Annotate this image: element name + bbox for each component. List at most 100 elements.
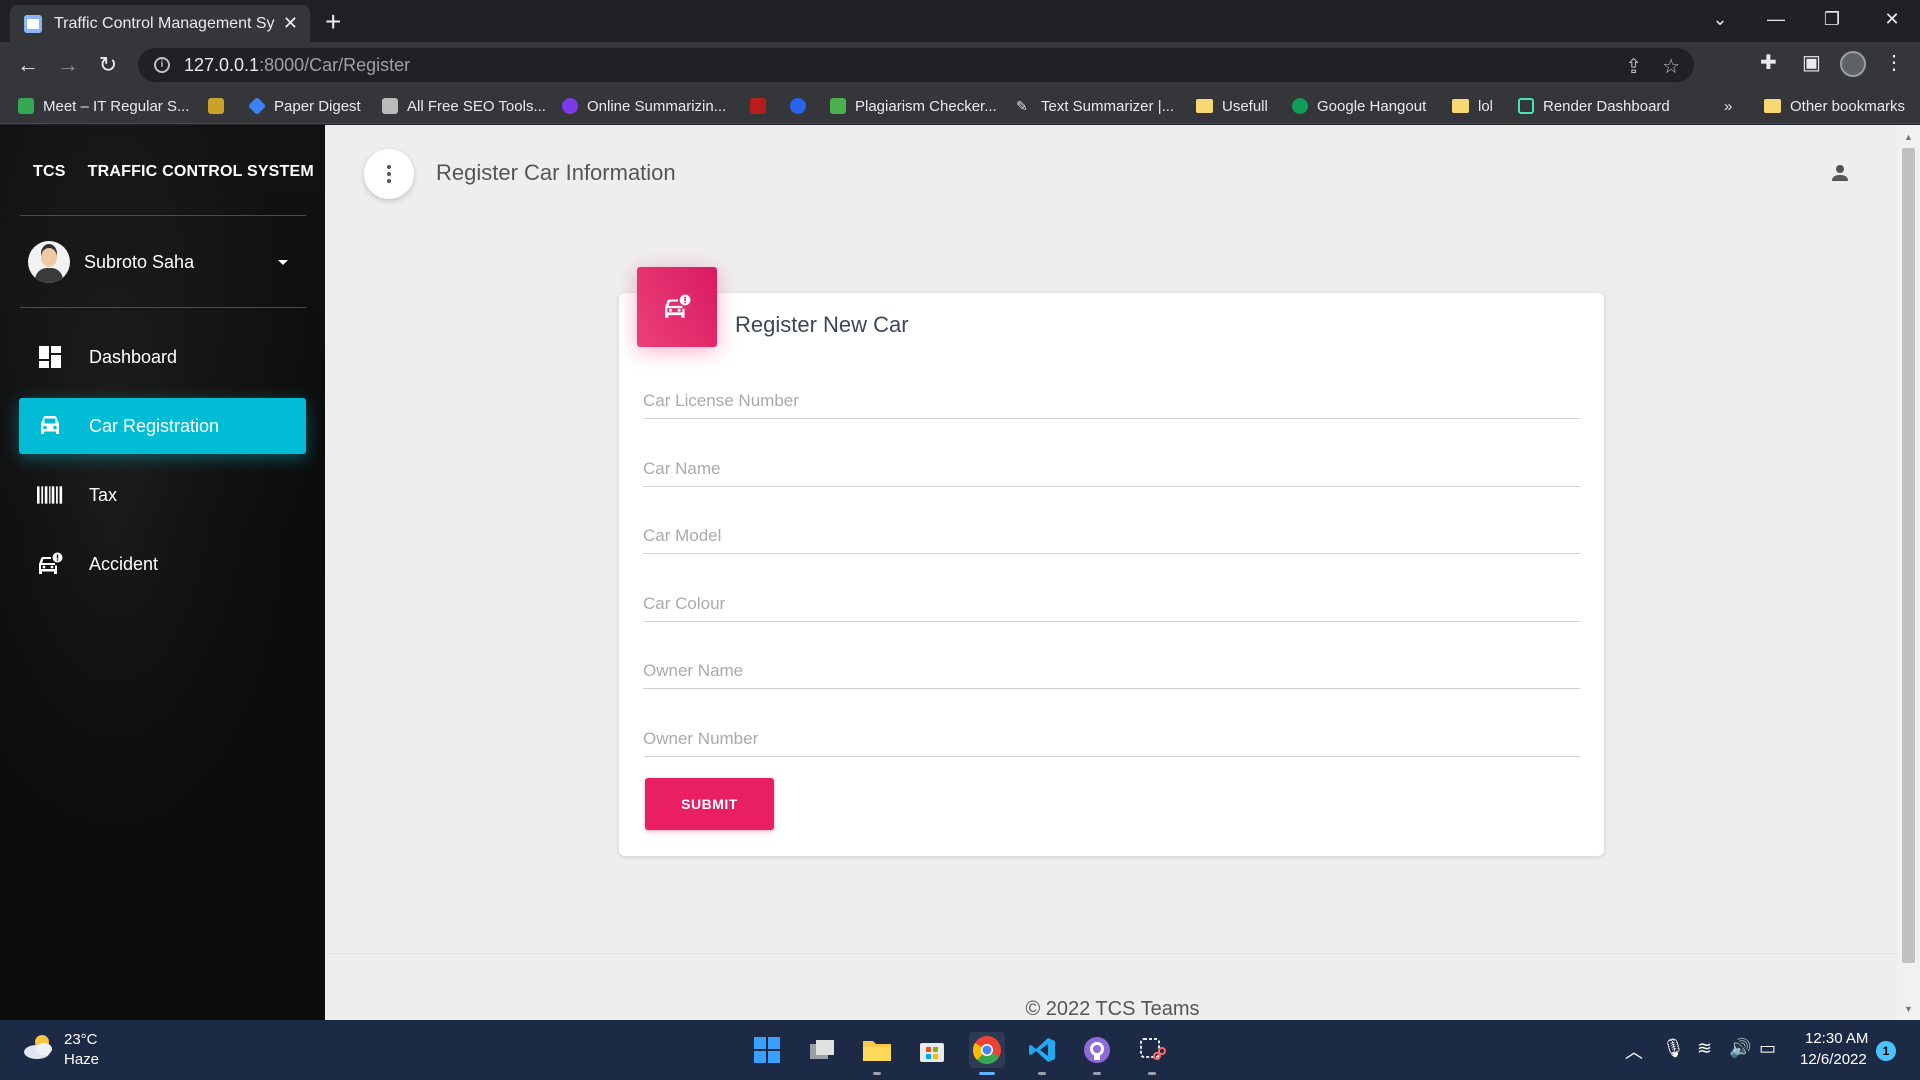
sidebar-item-accident[interactable]: Accident (19, 536, 306, 592)
car-name-field[interactable] (643, 445, 1580, 487)
bookmark-item[interactable]: Paper Digest (247, 96, 361, 116)
tab-search-icon[interactable]: ⌄ (1692, 0, 1748, 38)
bookmark-item[interactable]: Online Summarizin... (562, 96, 726, 116)
minimize-button[interactable]: — (1748, 0, 1804, 38)
profile-avatar[interactable] (1840, 51, 1866, 77)
sidebar-toggle-button[interactable] (364, 149, 414, 199)
dashboard-icon (37, 344, 63, 370)
bookmark-star-icon[interactable]: ☆ (1662, 54, 1680, 79)
clock-date[interactable]: 12/6/2022 (1800, 1051, 1867, 1068)
weather-haze-icon[interactable] (22, 1032, 56, 1062)
folder-icon (863, 1041, 891, 1061)
car-model-input[interactable] (643, 512, 1580, 552)
other-bookmarks-folder[interactable]: Other bookmarks (1764, 96, 1905, 116)
car-license-number-input[interactable] (643, 377, 1580, 417)
owner-name-input[interactable] (643, 647, 1580, 687)
meet-icon (18, 98, 34, 114)
vscode-icon (1029, 1038, 1055, 1062)
bookmark-label: lol (1478, 97, 1494, 115)
volume-icon[interactable]: 🔊 (1729, 1038, 1751, 1059)
start-button[interactable] (749, 1032, 785, 1068)
task-view-button[interactable] (804, 1032, 840, 1068)
owner-name-field[interactable] (643, 647, 1580, 689)
battery-icon[interactable]: ▭ (1759, 1038, 1776, 1059)
footer-divider (325, 953, 1900, 954)
bookmark-item[interactable]: Google Hangout (1292, 96, 1426, 116)
tab-title: Traffic Control Management Syst (54, 14, 275, 32)
store-icon (920, 1043, 944, 1062)
bookmark-item[interactable]: Render Dashboard (1518, 96, 1670, 116)
account-icon[interactable] (1828, 161, 1852, 185)
car-alert-icon (637, 267, 717, 347)
bookmark-label: Google Hangout (1317, 97, 1427, 115)
car-model-field[interactable] (643, 512, 1580, 554)
bookmark-label: Other bookmarks (1790, 97, 1906, 115)
new-tab-button[interactable]: + (325, 6, 341, 38)
car-colour-input[interactable] (643, 580, 1580, 620)
notification-badge[interactable]: 1 (1876, 1041, 1896, 1061)
brand[interactable]: TCS TRAFFIC CONTROL SYSTEM (33, 163, 314, 181)
site-info-icon[interactable]: i (154, 57, 170, 73)
scrollbar-thumb[interactable] (1902, 148, 1915, 963)
restore-button[interactable]: ❐ (1804, 0, 1860, 38)
url-host: 127.0.0.1 (184, 54, 260, 75)
summarizer-icon (562, 98, 578, 114)
reload-icon[interactable]: ↻ (94, 52, 122, 78)
extensions-icon[interactable]: ✚ (1760, 50, 1777, 75)
footer-copyright: © 2022 TCS Teams (1025, 998, 1200, 1020)
file-explorer-button[interactable] (859, 1032, 895, 1075)
car-icon (37, 413, 63, 439)
wifi-icon[interactable]: ≋ (1697, 1038, 1712, 1059)
browser-titlebar: Traffic Control Management Syst ✕ + ⌄ — … (0, 0, 1920, 42)
tab-close-icon[interactable]: ✕ (283, 13, 298, 34)
brand-full: TRAFFIC CONTROL SYSTEM (87, 163, 314, 180)
sidebar-item-car-registration[interactable]: Car Registration (19, 398, 306, 454)
paper-digest-icon (247, 96, 267, 116)
bookmark-folder[interactable]: Usefull (1196, 96, 1268, 116)
scroll-down-icon[interactable]: ▼ (1902, 1004, 1915, 1014)
folder-icon (1452, 99, 1469, 113)
bookmark-item[interactable]: ✎ Text Summarizer |... (1016, 96, 1174, 116)
running-indicator (1093, 1072, 1101, 1075)
github-desktop-button[interactable] (1079, 1032, 1115, 1075)
clock-time[interactable]: 12:30 AM (1805, 1030, 1868, 1047)
share-icon[interactable]: ⇪ (1625, 54, 1642, 79)
microphone-icon[interactable]: 🎙 (1662, 1038, 1685, 1059)
back-icon[interactable]: ← (14, 52, 42, 78)
snipping-tool-button[interactable] (1134, 1032, 1170, 1075)
forward-icon[interactable]: → (54, 52, 82, 78)
running-indicator (1148, 1072, 1156, 1075)
browser-menu-icon[interactable]: ⋮ (1884, 50, 1904, 75)
browser-tab[interactable]: Traffic Control Management Syst ✕ (10, 5, 310, 42)
side-panel-icon[interactable]: ▣ (1802, 50, 1821, 75)
owner-number-input[interactable] (643, 715, 1580, 755)
bookmark-item[interactable]: All Free SEO Tools... (382, 96, 546, 116)
car-name-input[interactable] (643, 445, 1580, 485)
chrome-button[interactable] (969, 1032, 1005, 1075)
bookmark-item[interactable] (790, 96, 815, 116)
scroll-up-icon[interactable]: ▲ (1902, 132, 1915, 142)
bookmarks-overflow-button[interactable]: » (1724, 96, 1732, 116)
owner-number-field[interactable] (643, 715, 1580, 757)
bookmark-item[interactable]: Meet – IT Regular S... (18, 96, 189, 116)
submit-button[interactable]: SUBMIT (645, 778, 774, 830)
store-button[interactable] (914, 1032, 950, 1068)
car-license-number-field[interactable] (643, 377, 1580, 419)
user-menu[interactable]: Subroto Saha (28, 240, 298, 284)
sidebar-item-tax[interactable]: Tax (19, 467, 306, 523)
sidebar-item-dashboard[interactable]: Dashboard (19, 329, 306, 385)
bookmark-folder[interactable]: lol (1452, 96, 1493, 116)
bookmark-item[interactable]: Plagiarism Checker... (830, 96, 997, 116)
bookmark-label: Paper Digest (274, 97, 361, 115)
close-window-button[interactable]: ✕ (1864, 0, 1920, 38)
address-bar[interactable]: i 127.0.0.1:8000/Car/Register ⇪ ☆ (138, 48, 1694, 82)
bookmark-label: Plagiarism Checker... (855, 97, 997, 115)
car-colour-field[interactable] (643, 580, 1580, 622)
windows-icon (754, 1037, 780, 1063)
bookmark-item[interactable] (750, 96, 775, 116)
sidebar-item-label: Tax (89, 484, 118, 505)
tray-overflow-icon[interactable]: ︿ (1625, 1038, 1643, 1064)
bookmark-item[interactable] (208, 96, 233, 116)
bookmark-label: Usefull (1222, 97, 1268, 115)
vscode-button[interactable] (1024, 1032, 1060, 1075)
